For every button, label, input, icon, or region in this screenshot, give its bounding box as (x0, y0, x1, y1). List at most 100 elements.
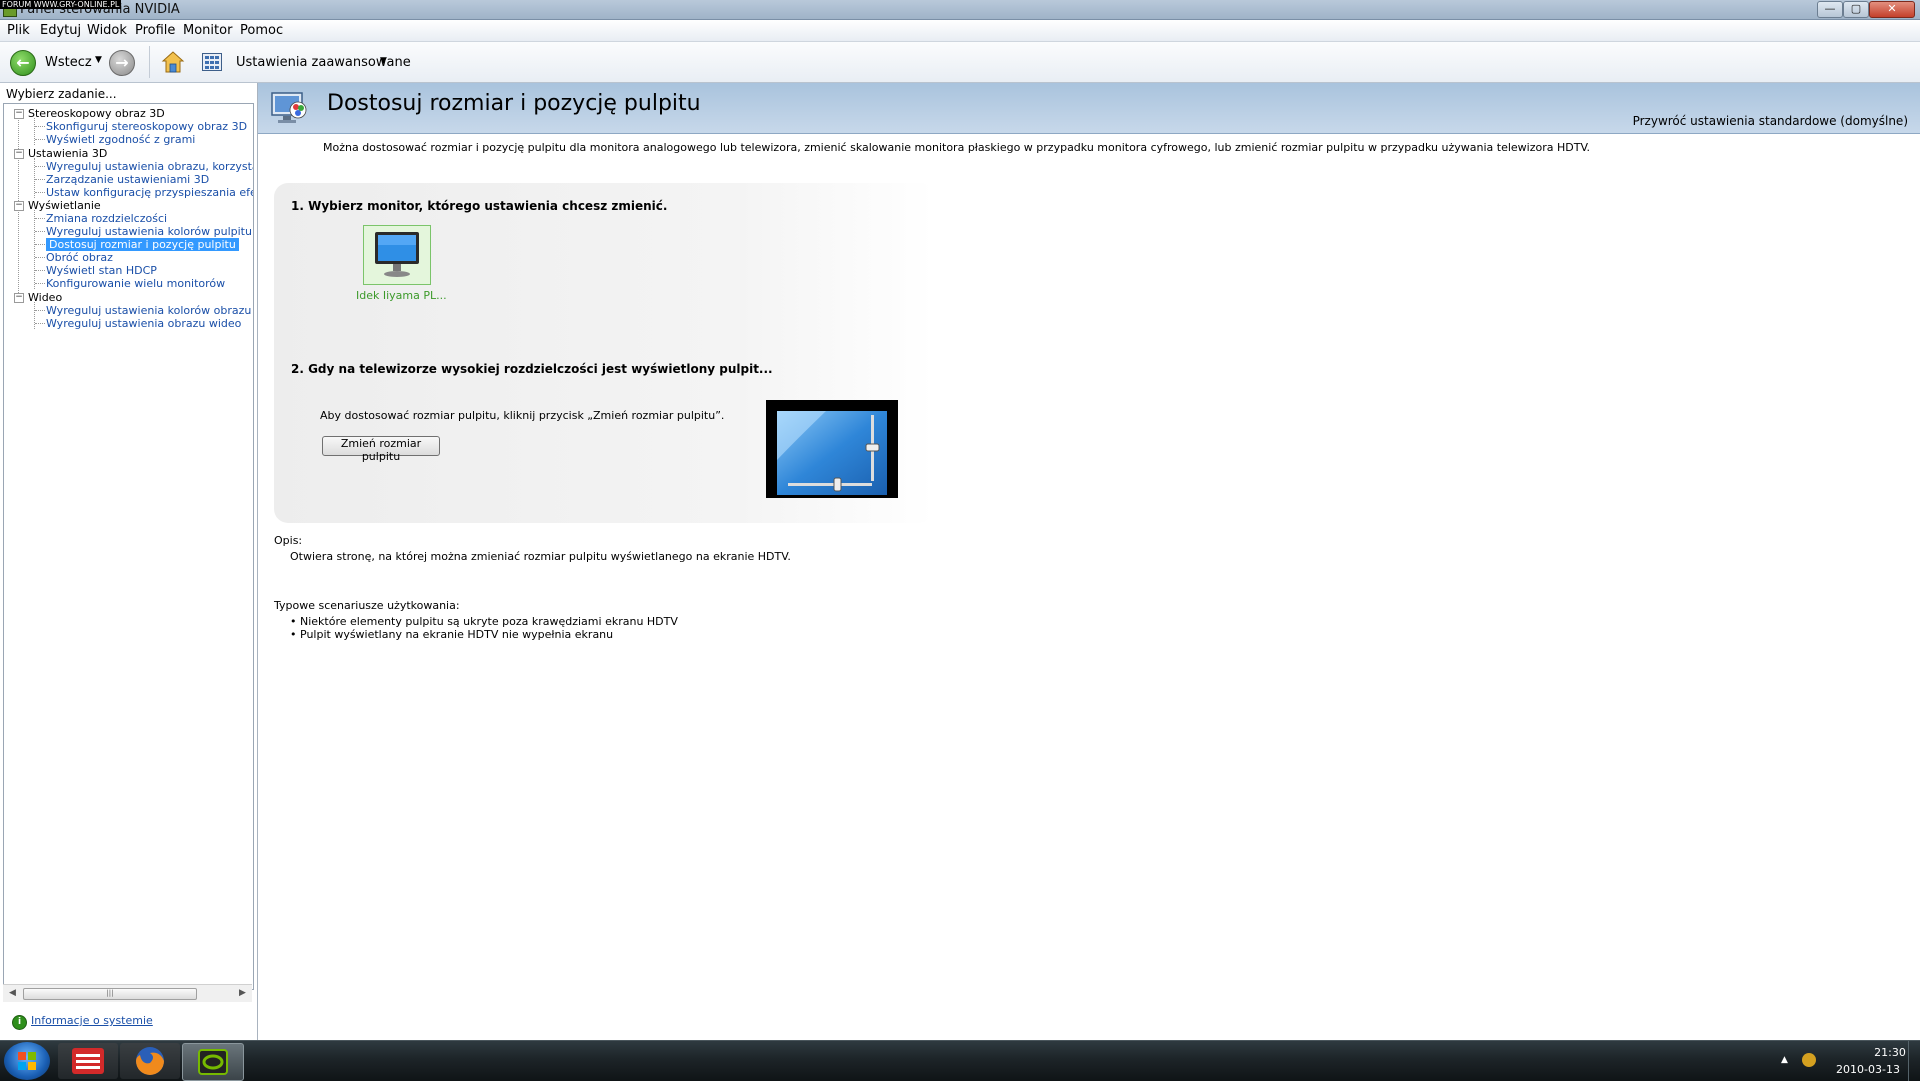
resize-hint: Aby dostosować rozmiar pulpitu, kliknij … (320, 409, 725, 422)
tree-guide (35, 310, 45, 311)
tree-item-desktop-color[interactable]: Wyreguluj ustawienia kolorów pulpitu (46, 225, 252, 238)
usage-item-text: Pulpit wyświetlany na ekranie HDTV nie w… (300, 628, 614, 641)
back-history-dropdown-icon[interactable]: ▼ (95, 55, 102, 65)
usage-scenarios-label: Typowe scenariusze użytkowania: (274, 599, 460, 612)
page-header: Dostosuj rozmiar i pozycję pulpitu Przyw… (258, 83, 1920, 134)
toolbar-separator (149, 46, 150, 78)
tree-guide (35, 179, 45, 180)
start-button[interactable] (4, 1042, 50, 1080)
description-text: Otwiera stronę, na której można zmieniać… (290, 550, 791, 563)
tree-expander-icon[interactable]: − (14, 109, 24, 119)
resize-desktop-button[interactable]: Zmień rozmiar pulpitu (322, 436, 440, 463)
tree-guide (35, 283, 45, 284)
minimize-button[interactable]: — (1817, 1, 1843, 18)
tree-item-game-compatibility[interactable]: Wyświetl zgodność z grami (46, 133, 195, 146)
tree-guide (35, 218, 45, 219)
hdtv-resize-illustration-icon (766, 400, 898, 498)
usage-item: • Pulpit wyświetlany na ekranie HDTV nie… (290, 628, 614, 641)
taskbar-nvidia-button[interactable] (182, 1043, 244, 1081)
tree-item-video-color[interactable]: Wyreguluj ustawienia kolorów obrazu wide… (46, 304, 253, 317)
toolbar: ← Wstecz ▼ → Ustawienia zaawansowane ▼ (0, 42, 1920, 83)
firefox-icon (136, 1047, 164, 1075)
network-icon[interactable] (1802, 1053, 1816, 1067)
display-settings-icon (271, 92, 307, 123)
tree-horizontal-scrollbar[interactable]: ◀ ||| ▶ (3, 984, 252, 1002)
monitor-name[interactable]: Idek Iiyama PL... (356, 289, 447, 302)
back-arrow-icon[interactable]: ← (10, 50, 36, 76)
system-info-link[interactable]: Informacje o systemie (31, 1014, 153, 1027)
taskbar-app-button[interactable] (58, 1043, 118, 1079)
task-panel-header: Wybierz zadanie... (6, 87, 117, 101)
forward-arrow-icon[interactable]: → (109, 50, 135, 76)
intro-text: Można dostosować rozmiar i pozycję pulpi… (323, 141, 1591, 154)
description-label: Opis: (274, 534, 303, 547)
red-app-icon (72, 1048, 104, 1074)
advanced-settings-dropdown-icon[interactable]: ▼ (380, 56, 387, 66)
tree-guide (34, 210, 35, 289)
tree-item-hdcp-status[interactable]: Wyświetl stan HDCP (46, 264, 157, 277)
tree-item-desktop-size-position[interactable]: Dostosuj rozmiar i pozycję pulpitu (46, 238, 239, 251)
tree-item-change-resolution[interactable]: Zmiana rozdzielczości (46, 212, 167, 225)
monitor-selector[interactable] (363, 225, 431, 285)
system-info-icon[interactable]: i (12, 1015, 27, 1030)
scroll-left-arrow-icon[interactable]: ◀ (9, 988, 16, 998)
tree-guide (35, 231, 45, 232)
tree-guide (35, 126, 45, 127)
tree-category-display[interactable]: Wyświetlanie (28, 199, 101, 212)
hdtv-preview-image (766, 400, 898, 498)
tree-item-manage-3d-settings[interactable]: Zarządzanie ustawieniami 3D (46, 173, 209, 186)
tree-expander-icon[interactable]: − (14, 201, 24, 211)
scrollbar-thumb[interactable]: ||| (23, 988, 197, 1000)
tree-item-physx-config[interactable]: Ustaw konfigurację przyspieszania efektó… (46, 186, 253, 199)
maximize-button[interactable]: ▢ (1843, 1, 1869, 18)
tree-expander-icon[interactable]: − (14, 293, 24, 303)
windows-logo-icon (18, 1052, 36, 1070)
menu-edytuj[interactable]: Edytuj (40, 23, 81, 38)
tree-guide (35, 270, 45, 271)
tree-item-video-image[interactable]: Wyreguluj ustawienia obrazu wideo (46, 317, 241, 330)
tree-guide (35, 139, 45, 140)
menu-plik[interactable]: Plik (7, 23, 30, 38)
home-icon[interactable] (161, 50, 185, 74)
back-button-label[interactable]: Wstecz (45, 55, 92, 70)
menu-bar: Plik Edytuj Widok Profile Monitor Pomoc (0, 20, 1920, 42)
title-bar: Panel sterowania NVIDIA FORUM WWW.GRY-ON… (0, 0, 1920, 20)
step1-heading: 1. Wybierz monitor, którego ustawienia c… (291, 199, 668, 213)
tree-category-video[interactable]: Wideo (28, 291, 62, 304)
tree-guide (35, 257, 45, 258)
tree-item-configure-stereo[interactable]: Skonfiguruj stereoskopowy obraz 3D (46, 120, 247, 133)
show-desktop-button[interactable] (1908, 1041, 1920, 1081)
tree-item-rotate-display[interactable]: Obróć obraz (46, 251, 113, 264)
menu-profile[interactable]: Profile (135, 23, 175, 38)
watermark: FORUM WWW.GRY-ONLINE.PL (0, 0, 122, 9)
content-pane: Dostosuj rozmiar i pozycję pulpitu Przyw… (258, 83, 1920, 1040)
tree-item-image-settings-preview[interactable]: Wyreguluj ustawienia obrazu, korzystając… (46, 160, 253, 173)
menu-widok[interactable]: Widok (87, 23, 127, 38)
task-panel: Wybierz zadanie... − Stereoskopowy obraz… (0, 83, 258, 1040)
tree-guide (35, 192, 45, 193)
tree-guide (34, 302, 35, 329)
taskbar: ▲ 21:30 2010-03-13 (0, 1040, 1920, 1081)
tree-guide (35, 166, 45, 167)
clock-date[interactable]: 2010-03-13 (1828, 1063, 1908, 1076)
tree-category-stereo-3d[interactable]: Stereoskopowy obraz 3D (28, 107, 165, 120)
tree-guide (35, 244, 45, 245)
tree-expander-icon[interactable]: − (14, 149, 24, 159)
tree-category-3d-settings[interactable]: Ustawienia 3D (28, 147, 107, 160)
menu-pomoc[interactable]: Pomoc (240, 23, 283, 38)
menu-monitor[interactable]: Monitor (183, 23, 232, 38)
taskbar-firefox-button[interactable] (120, 1043, 180, 1079)
page-title: Dostosuj rozmiar i pozycję pulpitu (327, 91, 701, 116)
restore-defaults-link[interactable]: Przywróć ustawienia standardowe (domyśln… (1633, 114, 1908, 128)
usage-item-text: Niektóre elementy pulpitu są ukryte poza… (300, 615, 678, 628)
usage-item: • Niektóre elementy pulpitu są ukryte po… (290, 615, 678, 628)
close-button[interactable]: ✕ (1869, 1, 1915, 18)
monitor-icon (375, 232, 419, 277)
tree-item-multiple-displays[interactable]: Konfigurowanie wielu monitorów (46, 277, 225, 290)
task-tree: − Stereoskopowy obraz 3D Skonfiguruj ste… (3, 103, 254, 990)
tree-guide (34, 118, 35, 145)
advanced-settings-grid-icon[interactable] (202, 53, 222, 71)
nvidia-icon (198, 1049, 228, 1075)
scroll-right-arrow-icon[interactable]: ▶ (239, 988, 246, 998)
tray-overflow-arrow-icon[interactable]: ▲ (1781, 1055, 1788, 1065)
